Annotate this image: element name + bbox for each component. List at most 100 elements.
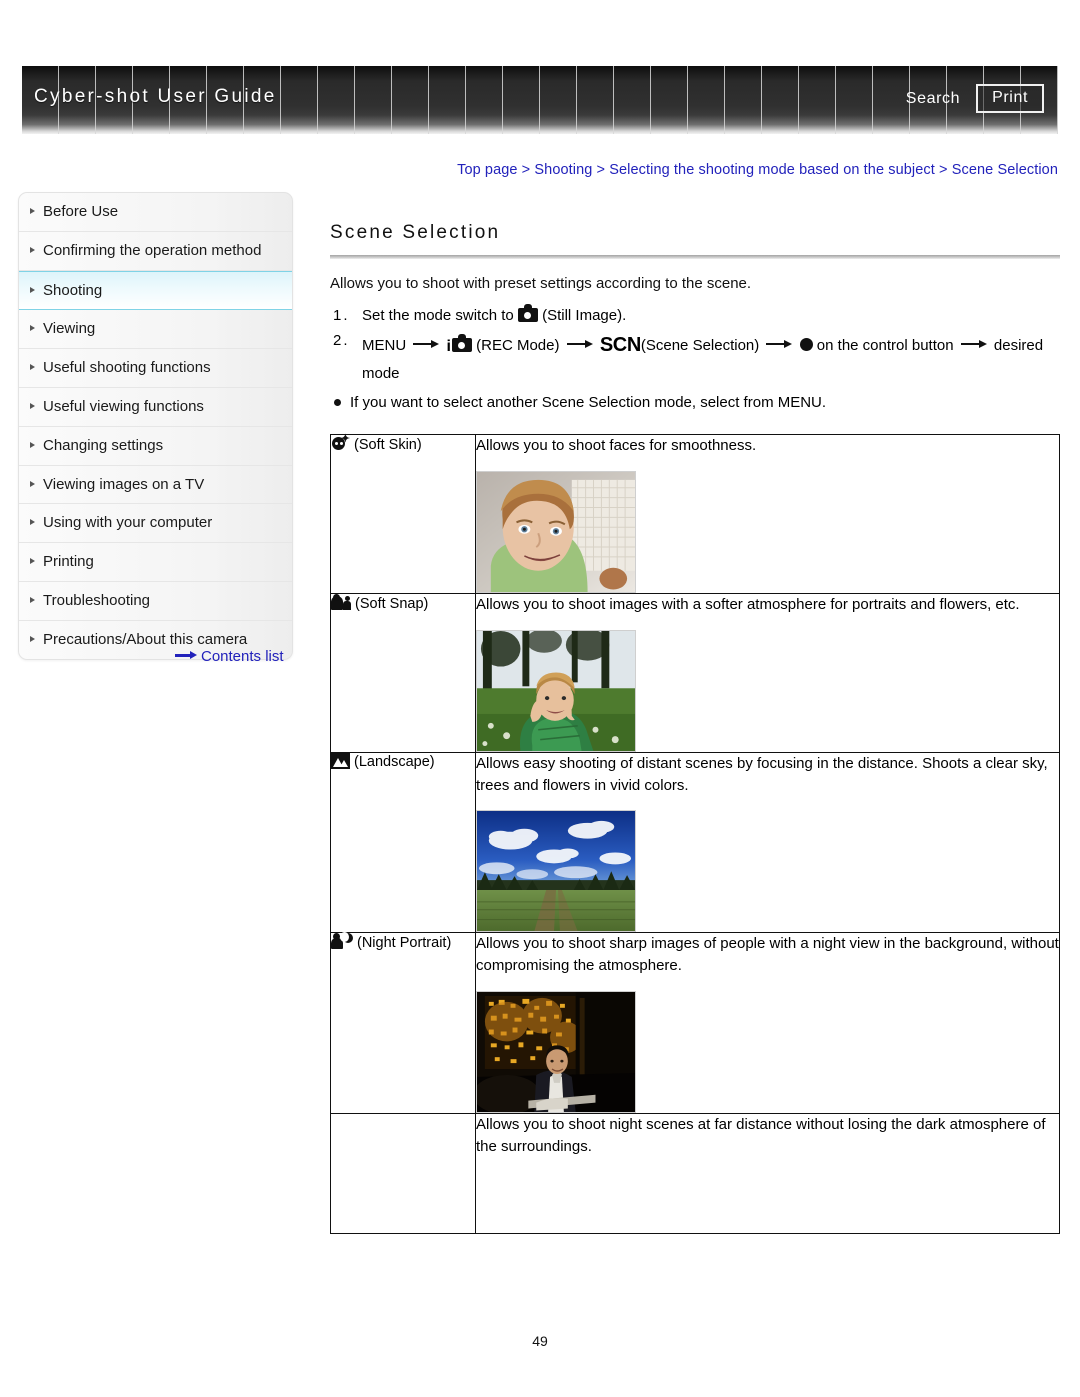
mode-label: (Soft Skin) [354,437,422,454]
mode-cell [330,1112,476,1234]
boy-in-grass-photo [477,630,635,751]
soft-skin-icon: ✦ [331,434,350,452]
contents-list-link[interactable]: Contents list [175,648,284,665]
landscape-icon [331,752,350,769]
sidebar-item-label: Viewing images on a TV [43,475,205,493]
sidebar-item-shooting[interactable]: Shooting [19,270,292,311]
arrow-right-icon [766,339,793,349]
scn-icon: SCN [599,334,641,357]
note-label: If you want to select another Scene Sele… [350,393,827,411]
table-row: (Landscape) Allows easy shooting of dist… [330,751,1060,934]
scene-modes-table: ✦ (Soft Skin) Allows you to shoot faces … [330,434,1060,1234]
sidebar-item-label: Shooting [43,281,103,299]
mode-cell: (Soft Snap) [330,593,476,753]
rec-mode-camera-icon [451,334,472,353]
sidebar-item-printing[interactable]: Printing [19,543,292,582]
arrow-right-icon [960,339,987,349]
scene-selection-label: (Scene Selection) [640,337,760,355]
sidebar-item-using-with-computer[interactable]: Using with your computer [19,504,292,544]
description-cell: Allows easy shooting of distant scenes b… [475,751,1060,934]
step-text-before: Set the mode switch to [362,307,514,324]
table-row: ✦ (Soft Skin) Allows you to shoot faces … [330,434,1060,595]
chevron-right-icon [30,519,35,526]
sidebar-item-troubleshooting[interactable]: Troubleshooting [19,582,292,621]
table-row: (Night Portrait) Allows you to shoot sha… [330,932,1060,1114]
description-text: Allows you to shoot night scenes at far … [476,1115,1046,1155]
contents-list-label: Contents list [201,648,284,665]
mode-label: (Landscape) [354,753,435,770]
mode-cell: (Landscape) [330,751,476,934]
soft-snap-icon [331,594,351,611]
sidebar-item-label: Viewing [43,320,96,338]
description-cell: Allows you to shoot images with a softer… [475,593,1060,753]
sidebar-item-label: Precautions/About this camera [43,630,248,648]
sidebar-item-label: Before Use [43,203,119,220]
step-2: 2. MENU i (REC Mode) SCN(Scene Selection… [330,329,1060,386]
page-number: 49 [532,1333,548,1349]
thumbnail-boy-in-grass [476,629,636,752]
arrow-right-icon [413,339,440,349]
chevron-right-icon [30,441,35,448]
sidebar-item-viewing-images-on-tv[interactable]: Viewing images on a TV [19,466,292,505]
header-actions: Search Print [906,84,1044,113]
main-content: Scene Selection Allows you to shoot with… [330,222,1060,1234]
table-row: Allows you to shoot night scenes at far … [330,1112,1060,1234]
menu-label: MENU [362,337,407,355]
search-link[interactable]: Search [906,90,960,108]
chevron-right-icon [30,635,35,642]
sidebar-item-label: Printing [43,553,94,571]
table-row: (Soft Snap) Allows you to shoot images w… [330,593,1060,753]
sidebar-item-label: Useful viewing functions [43,397,204,415]
sidebar-item-label: Useful shooting functions [43,359,211,377]
sidebar-item-before-use[interactable]: Before Use [19,193,292,232]
landscape-sky-field-photo [477,811,635,932]
rec-mode-label: (REC Mode) [476,337,560,355]
site-header: Cyber-shot User Guide Search Print [22,66,1058,134]
site-title: Cyber-shot User Guide [34,86,277,107]
step-number: 1. [333,307,350,324]
description-cell: Allows you to shoot sharp images of peop… [475,932,1060,1114]
step-number: 2. [333,332,350,350]
thumbnail-landscape [476,810,636,933]
sidebar-item-label: Using with your computer [43,514,213,532]
night-portrait-icon [331,932,353,950]
mode-label: (Soft Snap) [355,596,429,613]
sidebar-nav: Before Use Confirming the operation meth… [18,192,293,660]
control-button-label: on the control button [816,337,954,355]
sidebar-item-useful-shooting-functions[interactable]: Useful shooting functions [19,349,292,388]
sidebar-item-viewing[interactable]: Viewing [19,310,292,350]
step-text-after: (Still Image). [542,307,627,324]
arrow-right-icon [566,339,593,349]
chevron-right-icon [30,364,35,371]
thumbnail-night-portrait [476,990,636,1113]
chevron-right-icon [30,480,35,487]
sidebar-item-confirming-operation[interactable]: Confirming the operation method [19,232,292,271]
description-text: Allows you to shoot faces for smoothness… [476,437,757,455]
intro-text: Allows you to shoot with preset settings… [330,275,752,292]
mode-cell: ✦ (Soft Skin) [330,434,476,595]
title-divider [330,255,1060,259]
chevron-right-icon [30,208,35,214]
description-cell: Allows you to shoot night scenes at far … [475,1112,1060,1234]
chevron-right-icon [30,325,35,332]
sidebar-item-label: Confirming the operation method [43,241,262,259]
night-city-portrait-photo [477,991,635,1112]
chevron-right-icon [30,246,35,253]
mode-cell: (Night Portrait) [330,932,476,1114]
print-button[interactable]: Print [976,84,1044,113]
child-face-photo [477,472,635,593]
sidebar-item-changing-settings[interactable]: Changing settings [19,427,292,466]
chevron-right-icon [30,558,35,565]
chevron-right-icon [30,402,35,409]
arrow-right-icon [175,651,197,660]
breadcrumb[interactable]: Top page > Shooting > Selecting the shoo… [330,162,1058,178]
chevron-right-icon [30,286,35,293]
sidebar-item-useful-viewing-functions[interactable]: Useful viewing functions [19,388,292,427]
mode-label: (Night Portrait) [357,935,452,952]
description-cell: Allows you to shoot faces for smoothness… [475,434,1060,595]
breadcrumb-text[interactable]: Top page > Shooting > Selecting the shoo… [457,162,1058,178]
camera-icon [517,304,538,322]
intelligent-auto-letter: i [446,338,451,356]
page-title: Scene Selection [330,222,501,243]
steps-list: 1. Set the mode switch to (Still Image).… [330,304,1060,386]
